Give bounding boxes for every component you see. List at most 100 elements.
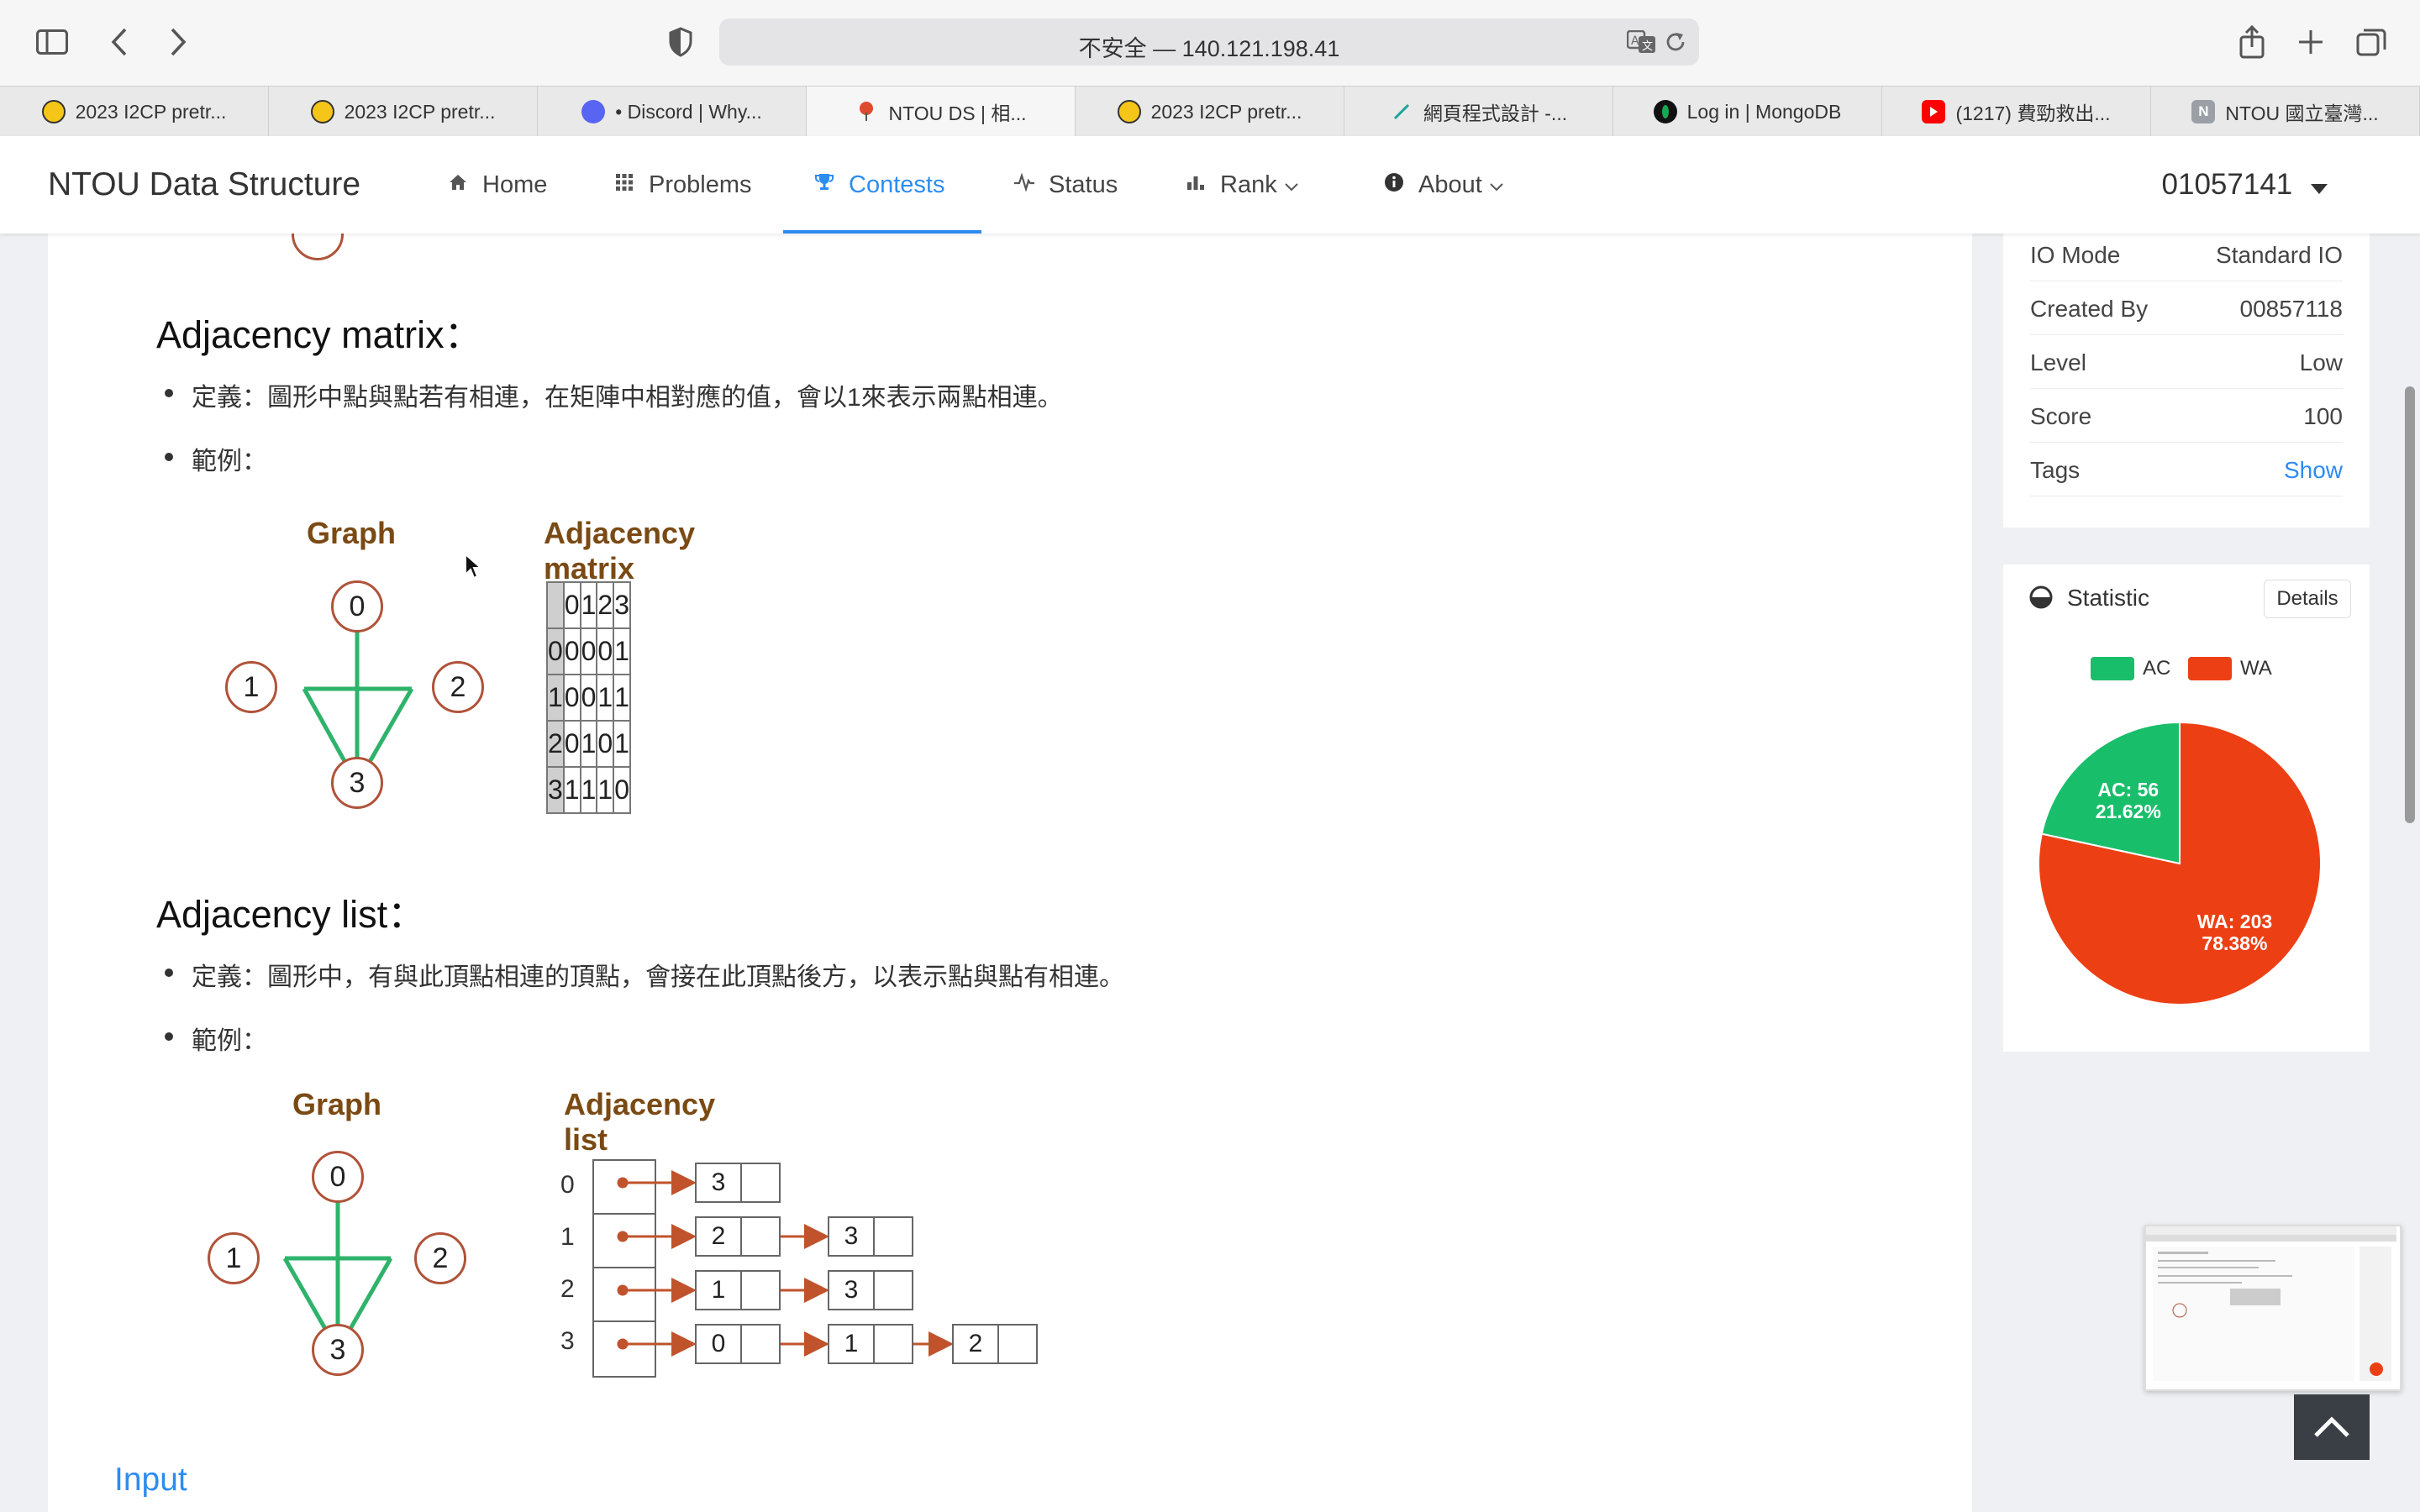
- browser-tab-title: 2023 I2CP pretr...: [344, 100, 496, 123]
- forward-icon[interactable]: [158, 22, 198, 62]
- pin-favicon-icon: [855, 100, 878, 123]
- info-row-io-mode: IO Mode Standard IO: [2030, 234, 2343, 281]
- show-tags-link[interactable]: Show: [2284, 457, 2343, 484]
- list-node-next: [873, 1270, 913, 1310]
- info-value: Standard IO: [2216, 242, 2343, 268]
- share-icon[interactable]: [2232, 22, 2272, 62]
- home-icon: [447, 173, 469, 197]
- chevron-down-icon: [1284, 171, 1299, 199]
- info-value: 100: [2303, 403, 2343, 429]
- info-icon: [1383, 172, 1405, 198]
- nav-status-label: Status: [1049, 171, 1118, 198]
- browser-tab[interactable]: NTOU DS | 相...: [807, 87, 1076, 137]
- list-node-next: [740, 1324, 781, 1364]
- tab-bar: 2023 I2CP pretr... 2023 I2CP pretr... • Di…: [0, 86, 2420, 138]
- info-row-score: Score 100: [2030, 395, 2343, 443]
- statistic-pie-chart[interactable]: WA: 20378.38% AC: 5621.62%: [2037, 721, 2323, 1006]
- address-bar[interactable]: 不安全 — 140.121.198.41 A文: [719, 18, 1699, 66]
- smiley-favicon-icon: [1117, 100, 1141, 123]
- details-button[interactable]: Details: [2264, 580, 2351, 618]
- back-icon[interactable]: [99, 22, 139, 62]
- nav-home[interactable]: Home: [447, 168, 547, 202]
- list-node: 3: [828, 1270, 875, 1310]
- list-node-next: [873, 1216, 913, 1257]
- list-node: 3: [828, 1216, 875, 1257]
- input-section-heading: Input: [114, 1462, 187, 1498]
- bar-chart-icon: [1185, 173, 1207, 197]
- list-pointer-arrows: [617, 1170, 954, 1357]
- nav-rank-label: Rank: [1220, 171, 1277, 198]
- info-key: IO Mode: [2030, 242, 2121, 268]
- reload-icon[interactable]: [1659, 22, 1692, 62]
- nav-rank[interactable]: Rank: [1185, 168, 1299, 202]
- nav-about[interactable]: About: [1383, 168, 1504, 202]
- list-node-next: [740, 1270, 781, 1310]
- legend-label-wa[interactable]: WA: [2240, 657, 2272, 680]
- info-row-tags: Tags Show: [2030, 449, 2343, 496]
- browser-tab[interactable]: 2023 I2CP pretr...: [0, 87, 269, 137]
- feather-favicon-icon: [1390, 100, 1413, 123]
- legend-swatch-ac[interactable]: [2091, 657, 2134, 680]
- info-key: Level: [2030, 349, 2086, 375]
- nav-contests[interactable]: Contests: [813, 168, 944, 202]
- pie-slice-label: 21.62%: [2096, 801, 2161, 822]
- nav-status[interactable]: Status: [1013, 168, 1118, 202]
- list-node: 0: [695, 1324, 742, 1364]
- sidebar-toggle-icon[interactable]: [32, 22, 72, 62]
- list-node: 2: [952, 1324, 999, 1364]
- url-text: 不安全 — 140.121.198.41: [1078, 36, 1340, 61]
- page-scrollbar[interactable]: [2405, 386, 2415, 823]
- pie-slice-label: WA: 203: [2197, 911, 2272, 932]
- info-key: Tags: [2030, 457, 2081, 483]
- info-value: Low: [2299, 349, 2343, 375]
- browser-tab-title: 2023 I2CP pretr...: [75, 100, 227, 123]
- list-node: 2: [695, 1216, 742, 1257]
- nav-about-label: About: [1418, 171, 1482, 198]
- browser-toolbar: 不安全 — 140.121.198.41 A文: [0, 0, 2420, 86]
- svg-text:文: 文: [1642, 40, 1653, 53]
- youtube-favicon-icon: [1922, 100, 1946, 123]
- new-tab-icon[interactable]: [2291, 22, 2331, 62]
- nav-contests-label: Contests: [849, 171, 945, 198]
- list-node-next: [873, 1324, 913, 1364]
- problem-info-card: IO Mode Standard IO Created By 00857118 …: [2003, 234, 2370, 528]
- user-menu[interactable]: 01057141: [2162, 168, 2329, 203]
- back-to-top-button[interactable]: [2294, 1394, 2370, 1460]
- translate-icon[interactable]: A文: [1625, 22, 1659, 62]
- browser-tab[interactable]: 2023 I2CP pretr...: [1076, 87, 1344, 137]
- browser-tab[interactable]: (1217) 費勁救出...: [1882, 87, 2151, 137]
- legend-label-ac[interactable]: AC: [2143, 657, 2170, 680]
- pie-slice-label: 78.38%: [2202, 932, 2267, 954]
- leaf-favicon-icon: [1653, 100, 1677, 123]
- tab-overview-icon[interactable]: [2351, 22, 2391, 62]
- privacy-shield-icon[interactable]: [660, 22, 701, 62]
- info-key: Score: [2030, 403, 2092, 429]
- statistic-icon: [2029, 585, 2053, 609]
- browser-tab-title: 網頁程式設計 -...: [1423, 102, 1568, 124]
- statistic-card: Statistic Details AC WA WA: 203 78.38% AC:…: [2003, 564, 2370, 1052]
- nav-home-label: Home: [482, 171, 548, 198]
- browser-tab[interactable]: N NTOU 國立臺灣...: [2151, 87, 2420, 137]
- page-preview-thumbnail[interactable]: [2144, 1225, 2402, 1391]
- nav-problems-label: Problems: [649, 171, 752, 198]
- browser-tab[interactable]: 網頁程式設計 -...: [1344, 87, 1613, 137]
- svg-text:A: A: [1631, 34, 1639, 48]
- preview-snapshot: [2146, 1226, 2396, 1381]
- active-nav-indicator: [783, 230, 981, 234]
- chevron-up-icon: [2314, 1416, 2349, 1437]
- browser-tab[interactable]: Log in | MongoDB: [1613, 87, 1882, 137]
- info-row-level: Level Low: [2030, 341, 2343, 389]
- grid-icon: [613, 173, 635, 197]
- trophy-icon: [813, 172, 835, 198]
- browser-tab-title: (1217) 費勁救出...: [1955, 102, 2111, 124]
- chevron-down-icon: [1489, 171, 1504, 199]
- browser-tab[interactable]: 2023 I2CP pretr...: [269, 87, 538, 137]
- mouse-cursor-icon: [465, 553, 483, 580]
- brand-title[interactable]: NTOU Data Structure: [48, 166, 360, 203]
- browser-tab[interactable]: • Discord | Why...: [538, 87, 807, 137]
- nav-problems[interactable]: Problems: [613, 168, 752, 202]
- smiley-favicon-icon: [41, 100, 66, 123]
- browser-tab-title: NTOU 國立臺灣...: [2225, 102, 2379, 124]
- info-row-created-by: Created By 00857118: [2030, 287, 2343, 335]
- legend-swatch-wa[interactable]: [2188, 657, 2232, 680]
